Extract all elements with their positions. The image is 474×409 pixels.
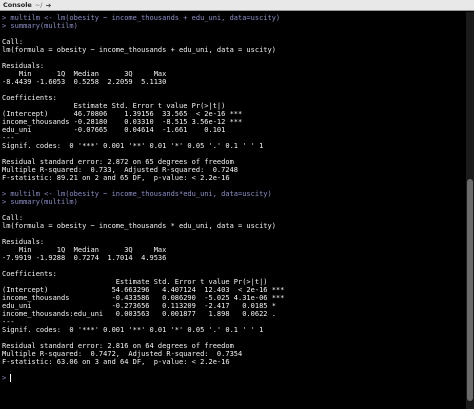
console-output-line: Call: [2, 214, 24, 222]
console-output-line: Residual standard error: 2.872 on 65 deg… [2, 158, 234, 166]
console-command-line: > multilm <- lm(obesity ~ income_thousan… [2, 14, 281, 22]
working-directory: ~/ [34, 1, 43, 9]
console-output-line: F-statistic: 63.06 on 3 and 64 DF, p-val… [2, 358, 230, 366]
console-output[interactable]: > multilm <- lm(obesity ~ income_thousan… [0, 12, 466, 409]
console-output-line: lm(formula = obesity ~ income_thousands … [2, 46, 276, 54]
console-output-line: income_thousands -0.28180 0.03310 -8.515… [2, 118, 243, 126]
console-output-line: edu_uni -0.07665 0.04614 -1.661 0.101 [2, 126, 243, 134]
console-output-line: -7.9919 -1.9288 0.7274 1.7014 4.9536 [2, 254, 171, 262]
console-output-line: income_thousands:edu_uni 0.003563 0.0018… [2, 310, 285, 318]
console-output-line: Estimate Std. Error t value Pr(>|t|) [2, 278, 285, 286]
console-output-line: Multiple R-squared: 0.733, Adjusted R-sq… [2, 166, 243, 174]
console-output-line: F-statistic: 89.21 on 2 and 65 DF, p-val… [2, 174, 230, 182]
vertical-scrollbar[interactable] [466, 12, 474, 409]
console-title[interactable]: Console [3, 1, 32, 9]
console-output-line: --- [2, 318, 15, 326]
console-output-line: (Intercept) 54.663296 4.407124 12.403 < … [2, 286, 285, 294]
console-output-line: Estimate Std. Error t value Pr(>|t|) [2, 102, 243, 110]
console-output-line: Min 1Q Median 3Q Max [2, 246, 171, 254]
console-output-line: Coefficients: [2, 270, 57, 278]
console-output-line: Call: [2, 38, 24, 46]
console-window: Console ~/ > multilm <- lm(obesity ~ inc… [0, 0, 474, 409]
console-output-line: Residuals: [2, 238, 45, 246]
console-output-line: Residuals: [2, 62, 45, 70]
console-output-line: (Intercept) 46.70806 1.39156 33.565 < 2e… [2, 110, 243, 118]
console-prompt[interactable]: > [2, 374, 12, 382]
console-output-line: Signif. codes: 0 '***' 0.001 '**' 0.01 '… [2, 142, 264, 150]
console-output-line: Residual standard error: 2.816 on 64 deg… [2, 342, 234, 350]
console-output-line: edu_uni -0.273656 0.113209 -2.417 0.0185… [2, 302, 285, 310]
console-output-line: lm(formula = obesity ~ income_thousands … [2, 222, 276, 230]
console-command-line: > summary(multilm) [2, 198, 78, 206]
console-output-line: --- [2, 134, 15, 142]
console-output-line: Signif. codes: 0 '***' 0.001 '**' 0.01 '… [2, 326, 264, 334]
console-output-line: Multiple R-squared: 0.7472, Adjusted R-s… [2, 350, 247, 358]
arrow-right-icon[interactable] [45, 2, 52, 9]
console-output-line: -8.4439 -1.6053 0.5258 2.2059 5.1130 [2, 78, 171, 86]
console-command-line: > multilm <- lm(obesity ~ income_thousan… [2, 190, 272, 198]
console-output-line: income_thousands -0.433586 0.086290 -5.0… [2, 294, 285, 302]
console-output-line: Min 1Q Median 3Q Max [2, 70, 171, 78]
console-output-line: Coefficients: [2, 94, 57, 102]
console-command-line: > summary(multilm) [2, 22, 78, 30]
scrollbar-thumb[interactable] [467, 179, 473, 401]
text-cursor [10, 374, 12, 382]
console-titlebar: Console ~/ [0, 0, 474, 11]
